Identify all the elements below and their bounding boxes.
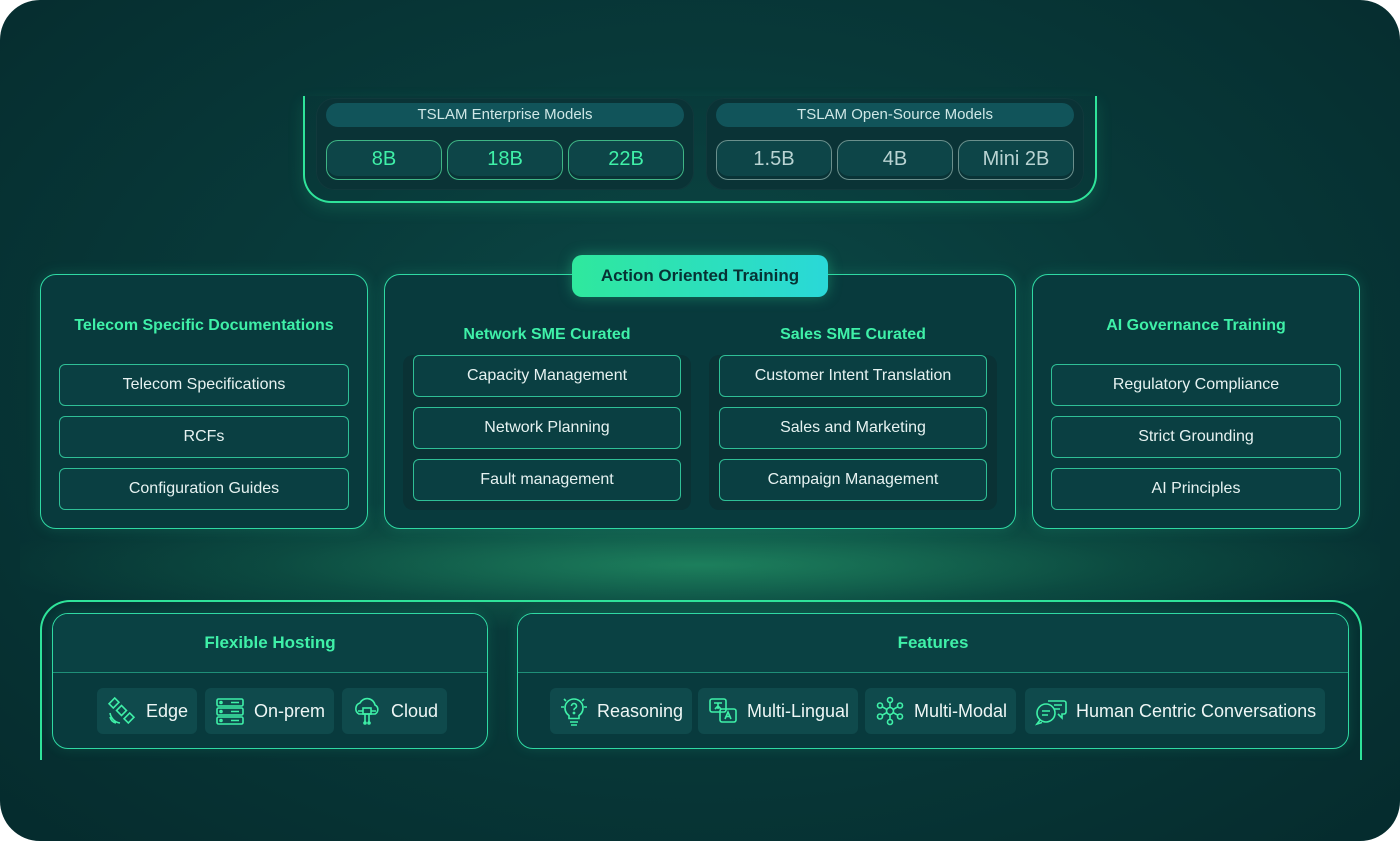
network-sme-title: Network SME Curated [463,326,631,343]
network-sme-item: Capacity Management [413,355,681,397]
hosting-option-on-prem: On-prem [205,688,335,734]
hosting-option-cloud: Cloud [342,688,448,734]
server-rack-icon [216,698,244,725]
model-size-chip: 22B [568,140,684,180]
cloud-circuit-icon [355,697,379,725]
model-size-chip: 18B [447,140,563,180]
feature-label: Multi-Lingual [747,700,850,721]
hosting-option-label: Edge [146,700,189,721]
feature-multi-lingual: Multi-Lingual [698,688,859,734]
features-title: Features [518,614,1348,673]
feature-label: Multi-Modal [914,700,1008,721]
feature-label: Reasoning [597,700,684,721]
diagram-canvas: TSLAM Enterprise Models 8B 18B 22B TSLAM… [0,0,1400,841]
action-training-title: Action Oriented Training [572,255,828,297]
sales-sme-item: Customer Intent Translation [719,355,987,397]
hosting-option-edge: Edge [97,688,198,734]
network-sme-item: Fault management [413,459,681,501]
open-source-models-group: TSLAM Open-Source Models 1.5B 4B Mini 2B [706,98,1084,190]
model-size-chip: 8B [326,140,442,180]
flexible-hosting-title: Flexible Hosting [53,614,487,673]
sales-sme-title: Sales SME Curated [780,326,926,343]
hosting-option-label: On-prem [254,700,326,721]
flexible-hosting-box: Flexible Hosting Edge On-prem Cloud [52,613,488,749]
ai-governance-item: Regulatory Compliance [1051,364,1341,406]
feature-reasoning: Reasoning [550,688,693,734]
ai-governance-item: Strict Grounding [1051,416,1341,458]
hosting-option-label: Cloud [391,700,439,721]
feature-multi-modal: Multi-Modal [865,688,1017,734]
chat-bubbles-icon [1034,700,1067,726]
lightbulb-question-icon [561,698,587,726]
sales-sme-item: Sales and Marketing [719,407,987,449]
network-sme-item: Network Planning [413,407,681,449]
telecom-docs-item: Configuration Guides [59,468,349,510]
telecom-docs-title: Telecom Specific Documentations [74,317,334,334]
ai-governance-item: AI Principles [1051,468,1341,510]
telecom-docs-item: RCFs [59,416,349,458]
enterprise-models-group: TSLAM Enterprise Models 8B 18B 22B [316,98,694,190]
feature-label: Human Centric Conversations [1076,700,1317,721]
enterprise-models-title: TSLAM Enterprise Models [326,103,684,127]
network-nodes-icon [876,696,904,726]
action-training-panel: Network SME Curated Capacity Management … [384,274,1016,529]
sales-sme-item: Campaign Management [719,459,987,501]
ai-governance-title: AI Governance Training [1106,317,1286,334]
telecom-docs-item: Telecom Specifications [59,364,349,406]
feature-human-centric: Human Centric Conversations [1025,688,1326,734]
model-size-chip: Mini 2B [958,140,1074,180]
telecom-docs-panel: Telecom Specific Documentations Telecom … [40,274,368,529]
translate-icon [709,698,737,723]
model-size-chip: 4B [837,140,953,180]
open-source-models-title: TSLAM Open-Source Models [716,103,1074,127]
model-size-chip: 1.5B [716,140,832,180]
ai-governance-panel: AI Governance Training Regulatory Compli… [1032,274,1360,529]
satellite-icon [107,696,136,725]
features-box: Features Reasoning Multi-Lingual Multi-M… [517,613,1349,749]
